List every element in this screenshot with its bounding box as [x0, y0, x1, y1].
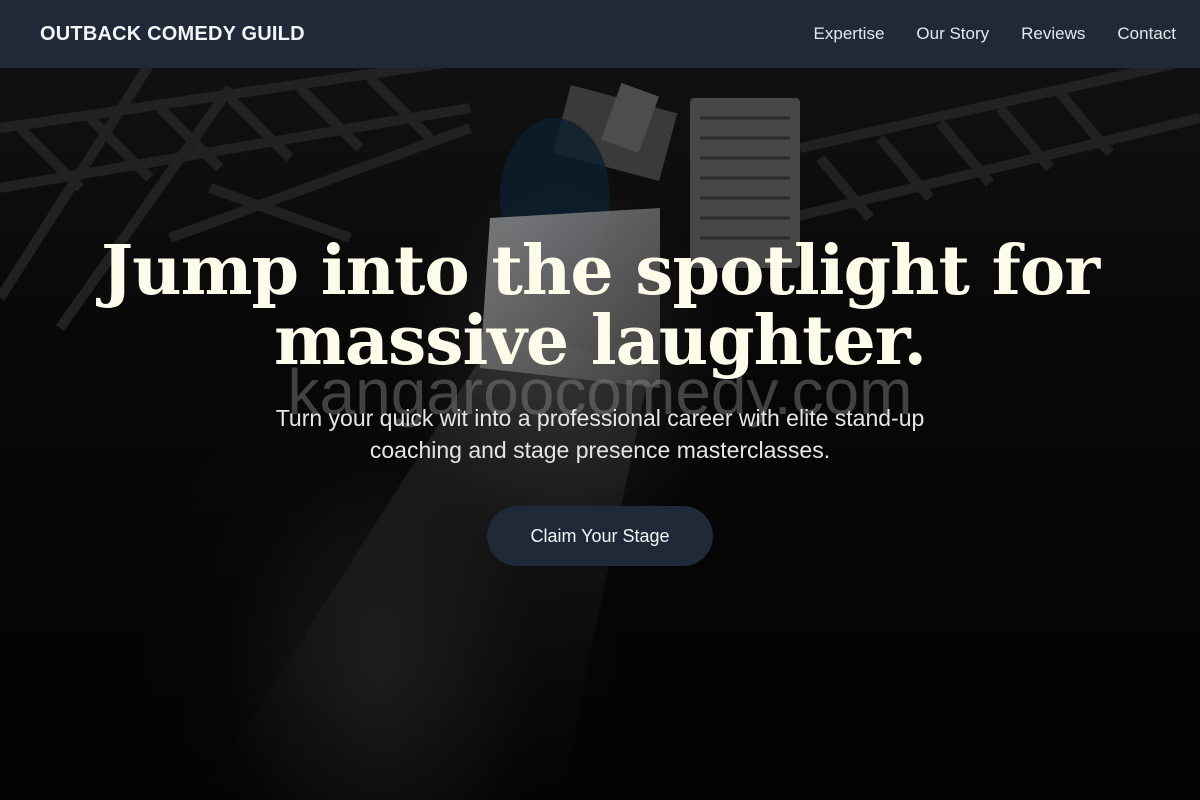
hero-subtitle: Turn your quick wit into a professional … — [275, 405, 925, 463]
site-navbar: OUTBACK COMEDY GUILD Expertise Our Story… — [0, 0, 1200, 68]
nav-item-contact: Contact — [1117, 24, 1176, 44]
hero-content: Jump into the spotlight for massive laug… — [0, 0, 1200, 800]
claim-your-stage-button[interactable]: Claim Your Stage — [487, 506, 713, 566]
nav-item-expertise: Expertise — [814, 24, 885, 44]
main-nav: Expertise Our Story Reviews Contact — [814, 24, 1176, 44]
nav-link-our-story[interactable]: Our Story — [916, 24, 989, 43]
nav-item-our-story: Our Story — [916, 24, 989, 44]
nav-link-contact[interactable]: Contact — [1117, 24, 1176, 43]
nav-link-reviews[interactable]: Reviews — [1021, 24, 1085, 43]
nav-item-reviews: Reviews — [1021, 24, 1085, 44]
nav-links: Expertise Our Story Reviews Contact — [814, 24, 1176, 44]
nav-link-expertise[interactable]: Expertise — [814, 24, 885, 43]
hero-title: Jump into the spotlight for massive laug… — [100, 231, 1100, 381]
brand-logo-link[interactable]: OUTBACK COMEDY GUILD — [40, 23, 305, 46]
